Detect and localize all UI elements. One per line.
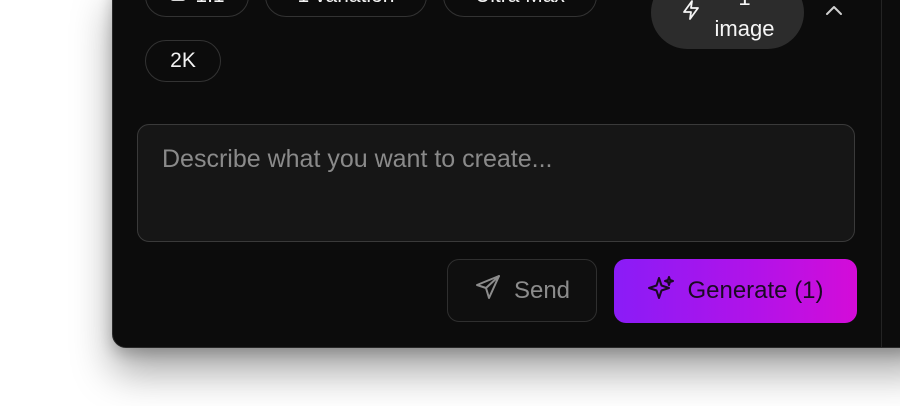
send-label: Send (513, 276, 571, 304)
resolution-chip[interactable]: 2K (145, 40, 221, 82)
chevron-up-icon[interactable] (819, 0, 849, 25)
paper-plane-icon (474, 273, 502, 308)
aspect-ratio-chip[interactable]: 1:1 (145, 0, 249, 17)
generation-panel: 1:1 1 variation Ultra Max 2K 1 image (112, 0, 900, 348)
image-count-unit: image (714, 15, 775, 41)
resolution-label: 2K (170, 49, 196, 72)
page: 1:1 1 variation Ultra Max 2K 1 image (0, 0, 900, 406)
prompt-input[interactable] (137, 124, 855, 242)
send-button[interactable]: Send (447, 259, 597, 322)
variations-label: 1 variation (298, 0, 395, 8)
generate-button[interactable]: Generate (1) (614, 259, 857, 323)
image-count-button[interactable]: 1 image (651, 0, 804, 49)
aspect-ratio-icon (169, 0, 187, 8)
lightning-icon (681, 0, 701, 26)
generate-label: Generate (1) (687, 277, 824, 304)
image-count-number: 1 (715, 0, 775, 13)
image-count-text: 1 image (715, 0, 775, 44)
variations-chip[interactable]: 1 variation (265, 0, 427, 17)
aspect-ratio-label: 1:1 (195, 0, 224, 8)
quality-label: Ultra Max (475, 0, 565, 8)
sparkles-icon (647, 274, 675, 309)
panel-divider (881, 0, 882, 347)
quality-chip[interactable]: Ultra Max (443, 0, 597, 17)
